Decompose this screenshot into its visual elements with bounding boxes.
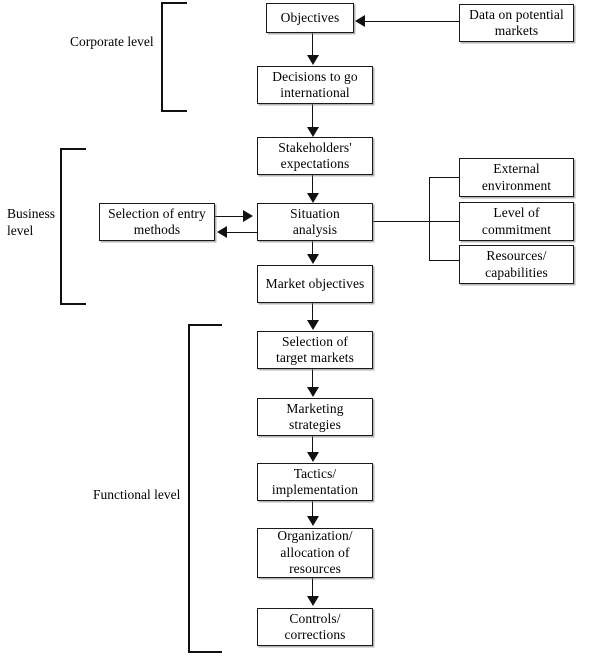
bracket-tick-top	[188, 324, 222, 326]
node-label: Decisions to go international	[272, 68, 358, 100]
node-label: Selection of target markets	[276, 333, 354, 365]
node-data-on-potential-markets[interactable]: Data on potential markets	[459, 4, 574, 42]
level-label-business: Business level	[7, 206, 56, 238]
node-selection-of-target-markets[interactable]: Selection of target markets	[257, 331, 373, 369]
connector-entrymethods-to-situation	[214, 216, 246, 218]
connector-bus-to-resources-capabilities	[429, 260, 459, 262]
bracket-business-level	[60, 148, 86, 305]
arrowhead-down-stakeholders	[307, 127, 319, 137]
node-label: Organization/ allocation of resources	[277, 528, 353, 577]
connector-situation-to-entrymethods	[226, 232, 258, 234]
arrowhead-left-objectives	[355, 15, 365, 27]
arrowhead-down-marketobjectives	[307, 254, 319, 264]
node-label: Selection of entry methods	[108, 205, 206, 237]
node-label: Resources/ capabilities	[485, 248, 548, 280]
node-objectives[interactable]: Objectives	[266, 3, 354, 33]
node-label: Data on potential markets	[469, 6, 564, 38]
node-organization-allocation-of-resources[interactable]: Organization/ allocation of resources	[257, 528, 373, 578]
node-label: Controls/ corrections	[284, 610, 346, 642]
diagram-canvas: Corporate level Business level Functiona…	[0, 0, 600, 656]
connector-situation-to-factors	[372, 221, 459, 223]
node-label: Stakeholders' expectations	[278, 139, 352, 171]
bracket-tick-top	[161, 2, 187, 4]
node-external-environment[interactable]: External environment	[459, 158, 574, 197]
node-label: Objectives	[280, 9, 340, 25]
arrowhead-down-organization	[307, 516, 319, 526]
level-label-functional: Functional level	[93, 487, 181, 502]
node-level-of-commitment[interactable]: Level of commitment	[459, 202, 574, 241]
arrowhead-left-entrymethods	[217, 226, 227, 238]
bracket-functional-level	[188, 324, 222, 653]
node-marketing-strategies[interactable]: Marketing strategies	[257, 398, 373, 436]
node-tactics-implementation[interactable]: Tactics/ implementation	[257, 463, 373, 501]
bracket-tick-bottom	[161, 110, 187, 112]
connector-data-to-objectives	[364, 21, 460, 23]
bracket-tick-bottom	[60, 303, 86, 305]
connector-organization-to-controls	[312, 577, 314, 597]
connector-situation-stub-top	[245, 216, 247, 217]
node-decisions-to-go-international[interactable]: Decisions to go international	[257, 66, 373, 104]
node-market-objectives[interactable]: Market objectives	[257, 265, 373, 303]
bracket-corporate-level	[161, 2, 187, 112]
node-label: Marketing strategies	[286, 400, 344, 432]
connector-bus-to-external-environment	[429, 177, 459, 179]
arrowhead-down-tactics	[307, 452, 319, 462]
node-label: External environment	[481, 161, 552, 193]
arrowhead-down-decisions	[307, 55, 319, 65]
bracket-tick-bottom	[188, 651, 222, 653]
node-stakeholders-expectations[interactable]: Stakeholders' expectations	[257, 137, 373, 175]
node-label: Level of commitment	[481, 205, 552, 237]
connector-objectives-to-decisions	[312, 32, 314, 57]
connector-factor-bus	[429, 177, 431, 261]
node-situation-analysis[interactable]: Situation analysis	[257, 203, 373, 241]
node-selection-of-entry-methods[interactable]: Selection of entry methods	[99, 203, 215, 241]
level-label-corporate: Corporate level	[70, 34, 154, 49]
arrowhead-down-situation	[307, 193, 319, 203]
connector-marketobjectives-to-targetmarkets	[312, 302, 314, 322]
bracket-spine	[161, 2, 163, 112]
bracket-tick-top	[60, 148, 86, 150]
node-resources-capabilities[interactable]: Resources/ capabilities	[459, 245, 574, 284]
connector-targetmarkets-to-marketingstrategies	[312, 368, 314, 389]
node-label: Tactics/ implementation	[271, 465, 359, 497]
arrowhead-down-marketingstrategies	[307, 387, 319, 397]
node-label: Situation analysis	[290, 205, 340, 237]
arrowhead-down-targetmarkets	[307, 320, 319, 330]
node-label: Market objectives	[265, 275, 365, 291]
arrowhead-down-controls	[307, 596, 319, 606]
node-controls-corrections[interactable]: Controls/ corrections	[257, 608, 373, 646]
bracket-spine	[60, 148, 62, 305]
